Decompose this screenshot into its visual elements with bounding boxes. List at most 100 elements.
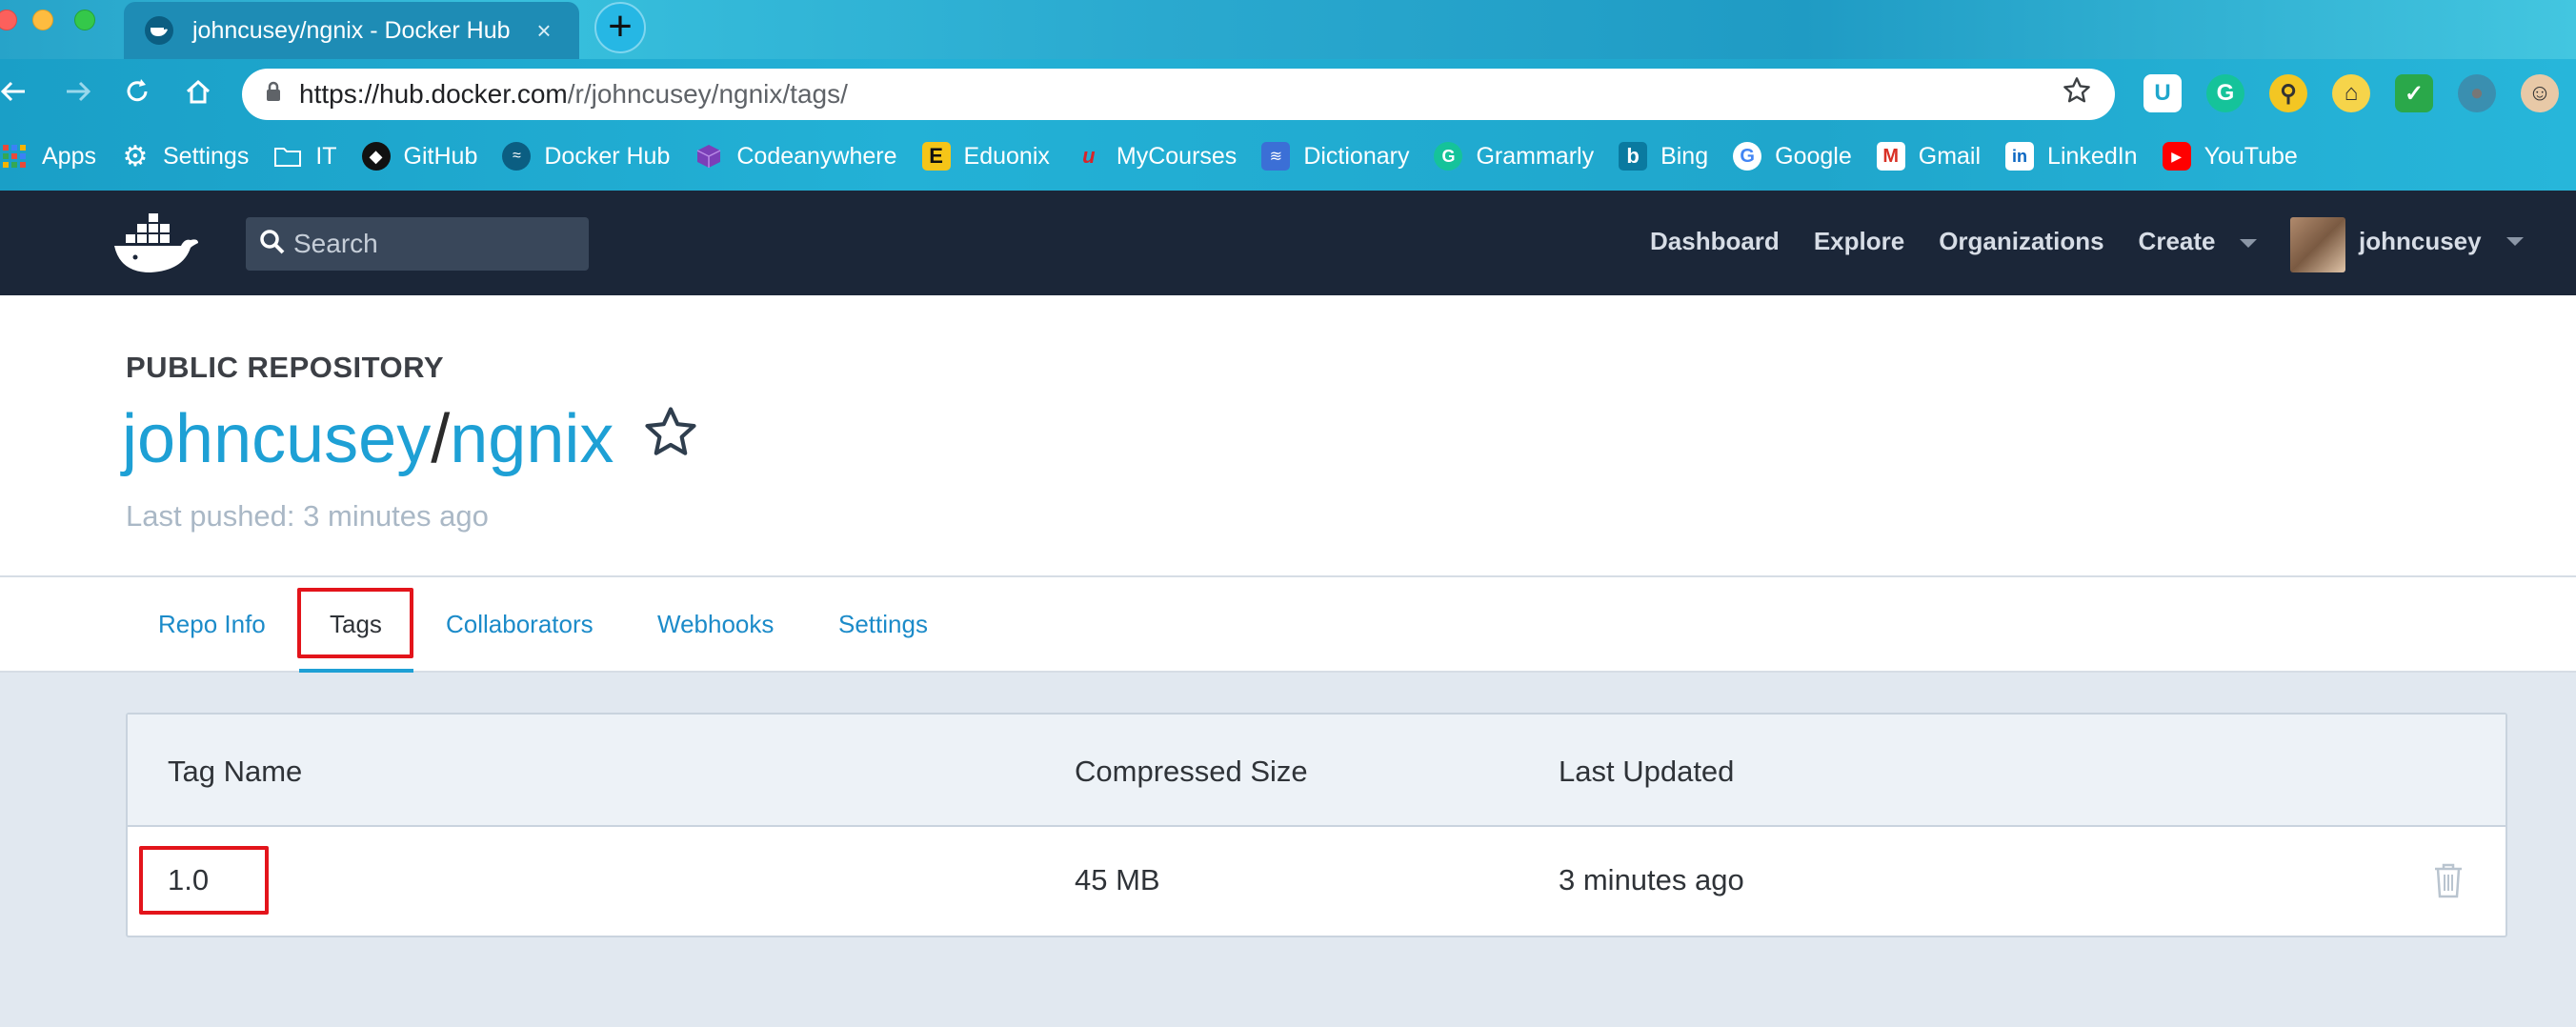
forward-arrow-icon[interactable] bbox=[59, 76, 97, 115]
bing-icon: b bbox=[1619, 142, 1648, 171]
chevron-down-icon bbox=[2240, 238, 2258, 248]
bookmark-label: LinkedIn bbox=[2047, 142, 2138, 170]
lock-icon bbox=[265, 81, 282, 108]
docker-icon bbox=[145, 16, 173, 45]
bookmark-gmail[interactable]: M Gmail bbox=[1876, 133, 1982, 179]
dictionary-icon: ≋ bbox=[1261, 142, 1291, 171]
apps-grid-icon bbox=[0, 142, 29, 171]
repo-name-link[interactable]: ngnix bbox=[450, 400, 614, 478]
close-icon[interactable]: × bbox=[530, 16, 558, 46]
back-arrow-icon[interactable] bbox=[0, 76, 32, 115]
hub-navbar: Search Dashboard Explore Organizations C… bbox=[0, 191, 2576, 295]
url-path: /r/johncusey/ngnix/tags/ bbox=[567, 79, 848, 109]
nav-create-label: Create bbox=[2138, 227, 2216, 255]
search-ext-icon[interactable]: ⚲ bbox=[2269, 74, 2307, 112]
nav-organizations[interactable]: Organizations bbox=[1939, 227, 2103, 256]
cube-icon bbox=[694, 142, 723, 171]
chevron-down-icon bbox=[2506, 237, 2524, 246]
bookmark-grammarly[interactable]: G Grammarly bbox=[1434, 133, 1594, 179]
nav-dashboard[interactable]: Dashboard bbox=[1650, 227, 1780, 256]
address-bar[interactable]: https://hub.docker.com/r/johncusey/ngnix… bbox=[242, 69, 2115, 120]
username-label: johncusey bbox=[2359, 227, 2482, 255]
bookmark-bing[interactable]: b Bing bbox=[1619, 133, 1708, 179]
nav-explore[interactable]: Explore bbox=[1814, 227, 1904, 256]
bookmark-label: YouTube bbox=[2204, 142, 2298, 170]
tags-table: Tag Name Compressed Size Last Updated 1.… bbox=[126, 713, 2507, 937]
github-ext-icon[interactable]: ● bbox=[2458, 74, 2496, 112]
tags-tab-highlight-box bbox=[297, 588, 413, 658]
avatar[interactable] bbox=[2290, 217, 2345, 272]
bookmark-label: Apps bbox=[42, 142, 96, 170]
bookmark-it-folder[interactable]: IT bbox=[273, 133, 337, 179]
grammarly-ext-icon[interactable]: G bbox=[2206, 74, 2244, 112]
address-url: https://hub.docker.com/r/johncusey/ngnix… bbox=[299, 79, 2062, 110]
bookmark-label: Gmail bbox=[1918, 142, 1982, 170]
mycourses-icon: u bbox=[1082, 144, 1096, 168]
ublock-icon[interactable]: U bbox=[2143, 74, 2182, 112]
last-updated-cell: 3 minutes ago bbox=[1559, 863, 1744, 896]
new-tab-button[interactable]: + bbox=[594, 2, 646, 53]
url-host: https://hub.docker.com bbox=[299, 79, 568, 109]
checkmark-ext-icon[interactable]: ✓ bbox=[2395, 74, 2433, 112]
tab-settings[interactable]: Settings bbox=[838, 610, 928, 639]
column-header-last-updated: Last Updated bbox=[1559, 755, 1735, 788]
bookmark-mycourses[interactable]: u MyCourses bbox=[1075, 133, 1237, 179]
last-pushed-text: Last pushed: 3 minutes ago bbox=[126, 499, 489, 533]
bookmark-docker-hub[interactable]: ≈ Docker Hub bbox=[502, 133, 670, 179]
browser-tab-title: johncusey/ngnix - Docker Hub bbox=[192, 16, 511, 44]
search-icon bbox=[259, 229, 286, 260]
bookmark-eduonix[interactable]: E Eduonix bbox=[921, 133, 1050, 179]
bookmark-linkedin[interactable]: in LinkedIn bbox=[2005, 133, 2138, 179]
google-icon: G bbox=[1733, 142, 1762, 171]
bookmark-star-icon[interactable] bbox=[2062, 75, 2092, 114]
repo-namespace-link[interactable]: johncusey bbox=[122, 400, 431, 478]
nav-create-menu[interactable]: Create bbox=[2139, 227, 2258, 256]
column-header-compressed-size: Compressed Size bbox=[1075, 755, 1308, 788]
browser-tab-docker-hub[interactable]: johncusey/ngnix - Docker Hub × bbox=[124, 2, 579, 59]
tab-repo-info[interactable]: Repo Info bbox=[158, 610, 266, 639]
docker-icon: ≈ bbox=[502, 142, 532, 171]
bookmark-label: IT bbox=[315, 142, 337, 170]
active-tab-indicator bbox=[299, 669, 413, 673]
bookmark-google[interactable]: G Google bbox=[1733, 133, 1852, 179]
bookmark-label: MyCourses bbox=[1116, 142, 1238, 170]
extension-icons: U G ⚲ ⌂ ✓ ● ☺ bbox=[2143, 74, 2559, 112]
browser-tabstrip: johncusey/ngnix - Docker Hub × + bbox=[0, 0, 2576, 59]
bookmark-label: Codeanywhere bbox=[736, 142, 897, 170]
repo-separator: / bbox=[431, 401, 451, 477]
compressed-size-cell: 45 MB bbox=[1075, 863, 1160, 896]
bookmark-label: Dictionary bbox=[1303, 142, 1410, 170]
profile-avatar-icon[interactable]: ☺ bbox=[2521, 74, 2559, 112]
bookmark-settings[interactable]: ⚙ Settings bbox=[121, 133, 250, 179]
window-minimize-button[interactable] bbox=[32, 10, 53, 30]
tag-name-highlight-box bbox=[139, 846, 269, 915]
eduonix-icon: E bbox=[921, 142, 951, 171]
bookmark-youtube[interactable]: ▶ YouTube bbox=[2162, 133, 2298, 179]
folder-icon bbox=[273, 142, 302, 171]
window-zoom-button[interactable] bbox=[74, 10, 95, 30]
youtube-icon: ▶ bbox=[2162, 142, 2191, 171]
bookmarks-bar: Apps ⚙ Settings IT ◆ GitHub ≈ Docker Hub… bbox=[0, 133, 2576, 179]
bookmark-label: GitHub bbox=[403, 142, 478, 170]
home-ext-icon[interactable]: ⌂ bbox=[2332, 74, 2370, 112]
bookmark-apps[interactable]: Apps bbox=[0, 133, 96, 179]
trash-icon[interactable] bbox=[2431, 861, 2465, 904]
gmail-icon: M bbox=[1876, 142, 1905, 171]
bookmark-label: Bing bbox=[1660, 142, 1709, 170]
bookmark-dictionary[interactable]: ≋ Dictionary bbox=[1261, 133, 1409, 179]
star-icon[interactable] bbox=[640, 400, 701, 478]
user-menu[interactable]: johncusey bbox=[2359, 227, 2524, 256]
reload-icon[interactable] bbox=[118, 76, 156, 115]
window-close-button[interactable] bbox=[0, 10, 17, 30]
search-input[interactable]: Search bbox=[246, 217, 589, 271]
bookmark-label: Docker Hub bbox=[544, 142, 671, 170]
github-icon: ◆ bbox=[361, 142, 391, 171]
bookmark-codeanywhere[interactable]: Codeanywhere bbox=[694, 133, 897, 179]
docker-logo[interactable] bbox=[112, 211, 200, 281]
tab-webhooks[interactable]: Webhooks bbox=[657, 610, 774, 639]
tab-collaborators[interactable]: Collaborators bbox=[446, 610, 594, 639]
bookmark-label: Grammarly bbox=[1476, 142, 1595, 170]
bookmark-github[interactable]: ◆ GitHub bbox=[361, 133, 478, 179]
hub-nav-links: Dashboard Explore Organizations Create bbox=[1650, 227, 2291, 256]
home-icon[interactable] bbox=[179, 76, 217, 115]
